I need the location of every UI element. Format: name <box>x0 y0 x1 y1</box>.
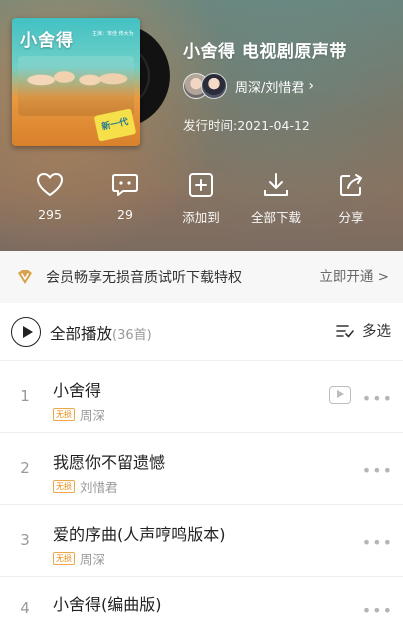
share-label: 分享 <box>338 210 364 225</box>
song-title: 小舍得 <box>53 381 102 400</box>
play-all-bar: 全部播放(36首) 多选 <box>0 303 403 361</box>
song-singer: 刘惜君 <box>80 480 118 495</box>
multi-select-label: 多选 <box>362 324 391 340</box>
comment-icon <box>112 174 138 196</box>
song-meta: 无损 周深 <box>53 405 105 424</box>
song-title: 我愿你不留遗憾 <box>53 453 166 472</box>
lossless-badge: 无损 <box>53 552 75 565</box>
song-index: 2 <box>20 459 30 477</box>
download-all-label: 全部下载 <box>250 210 301 225</box>
add-to-label: 添加到 <box>182 210 220 225</box>
vip-banner[interactable]: 会员畅享无损音质试听下载特权 立即开通 > <box>0 251 403 303</box>
song-index: 3 <box>20 531 30 549</box>
share-icon <box>340 174 362 196</box>
album-header: 小舍得 主演：宋佳 佟大为 新一代 小舍得 电视剧原声带 周深/刘惜君 › 发行… <box>0 0 403 251</box>
action-bar: 295 29 添加到 全部下载 分享 <box>0 172 403 232</box>
song-index: 1 <box>20 387 30 405</box>
comment-count: 29 <box>117 207 133 222</box>
song-row[interactable]: 2 我愿你不留遗憾 无损 刘惜君 ••• <box>0 433 403 505</box>
more-icon[interactable]: ••• <box>362 461 393 480</box>
comment-button[interactable]: 29 <box>90 172 160 222</box>
release-date: 发行时间:2021-04-12 <box>183 118 310 133</box>
song-meta: 无损 周深 <box>53 549 105 568</box>
mv-icon[interactable] <box>329 386 351 404</box>
vip-activate-link[interactable]: 立即开通 > <box>319 251 389 303</box>
cover-subtitle: 主演：宋佳 佟大为 <box>92 31 134 37</box>
artist-link[interactable]: 周深/刘惜君 › <box>183 72 314 100</box>
favorite-button[interactable]: 295 <box>15 172 85 222</box>
play-all-button[interactable]: 全部播放(36首) <box>50 322 152 344</box>
cover-title: 小舍得 <box>20 31 74 51</box>
play-all-label: 全部播放 <box>50 325 113 343</box>
more-icon[interactable]: ••• <box>362 389 393 408</box>
multi-select-icon <box>336 324 354 337</box>
song-row[interactable]: 3 爱的序曲(人声哼鸣版本) 无损 周深 ••• <box>0 505 403 577</box>
song-row[interactable]: 1 小舍得 无损 周深 ••• <box>0 361 403 433</box>
song-singer: 周深 <box>80 552 106 567</box>
album-title: 小舍得 电视剧原声带 <box>183 42 347 62</box>
lossless-badge: 无损 <box>53 408 75 421</box>
song-title: 小舍得(编曲版) <box>53 595 162 614</box>
song-title: 爱的序曲(人声哼鸣版本) <box>53 525 226 544</box>
more-icon[interactable]: ••• <box>362 533 393 552</box>
download-icon <box>264 173 288 196</box>
vip-text: 会员畅享无损音质试听下载特权 <box>46 270 242 286</box>
album-cover[interactable]: 小舍得 主演：宋佳 佟大为 新一代 <box>12 18 140 146</box>
song-index: 4 <box>20 599 30 617</box>
multi-select-button[interactable]: 多选 <box>336 320 391 341</box>
artist-name: 周深/刘惜君 <box>235 80 305 96</box>
download-all-button[interactable]: 全部下载 <box>241 172 311 226</box>
cover-cast-image <box>18 56 134 116</box>
share-button[interactable]: 分享 <box>316 172 386 226</box>
favorite-count: 295 <box>38 207 62 222</box>
vip-icon <box>18 270 32 284</box>
lossless-badge: 无损 <box>53 480 75 493</box>
heart-icon <box>37 173 63 196</box>
song-singer: 周深 <box>80 408 106 423</box>
play-all-icon[interactable] <box>11 317 41 347</box>
song-row[interactable]: 4 小舍得(编曲版) ••• <box>0 577 403 623</box>
add-to-button[interactable]: 添加到 <box>166 172 236 226</box>
song-meta: 无损 刘惜君 <box>53 477 118 496</box>
more-icon[interactable]: ••• <box>362 601 393 620</box>
chevron-right-icon: › <box>308 78 314 94</box>
add-icon <box>189 173 213 197</box>
song-count: (36首) <box>112 328 152 343</box>
artist-avatar <box>201 73 227 99</box>
